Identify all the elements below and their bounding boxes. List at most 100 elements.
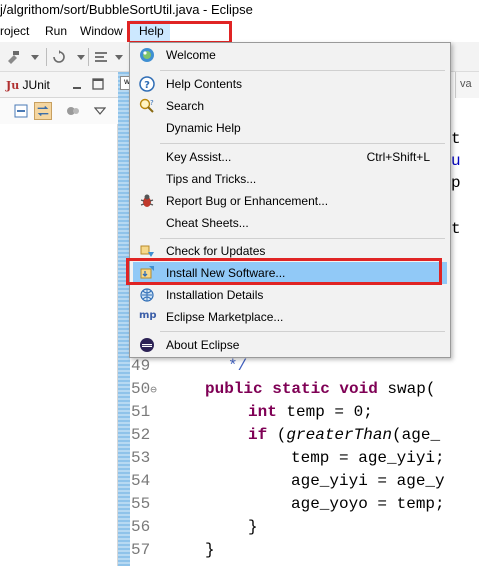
marketplace-icon: mp [139, 310, 157, 321]
svg-text:?: ? [144, 80, 150, 91]
window-title: j/algrithom/sort/BubbleSortUtil.java - E… [0, 2, 253, 17]
code-line-57: } [205, 541, 215, 559]
installation-details-icon [140, 288, 154, 302]
menu-separator [160, 70, 445, 71]
menu-separator [160, 238, 445, 239]
minimize-icon[interactable] [72, 80, 82, 90]
code-line-53: temp = age_yiyi; [291, 449, 445, 467]
line-number: 50⊖ [131, 380, 157, 398]
code-line-54: age_yiyi = age_y [291, 472, 445, 490]
menu-separator [160, 331, 445, 332]
menu-item-shortcut: Ctrl+Shift+L [366, 150, 430, 164]
menu-item-label: About Eclipse [166, 338, 240, 352]
dropdown-arrow-icon[interactable] [28, 50, 42, 64]
menu-item-key-assist[interactable]: Key Assist... Ctrl+Shift+L [133, 146, 447, 168]
refresh-icon[interactable] [52, 50, 66, 64]
line-number: 53 [131, 449, 151, 467]
line-number: 55 [131, 495, 151, 513]
menu-item-label: Welcome [166, 48, 216, 62]
tab-junit-label: JUnit [22, 78, 50, 92]
title-bar: j/algrithom/sort/BubbleSortUtil.java - E… [0, 0, 479, 20]
menu-item-check-updates[interactable]: Check for Updates [133, 240, 447, 262]
line-number: 54 [131, 472, 151, 490]
run-tests-icon[interactable] [66, 104, 80, 118]
toolbar-separator [46, 48, 47, 66]
menu-item-welcome[interactable]: Welcome [133, 44, 447, 66]
menu-bar: roject Run Window Help [0, 20, 479, 42]
dropdown-arrow-icon[interactable] [74, 50, 88, 64]
menu-item-label: Help Contents [166, 77, 243, 91]
code-peek-char: p [451, 174, 461, 192]
line-number-text: 50 [131, 380, 151, 398]
help-dropdown-menu: Welcome ? Help Contents ? Search Dynamic… [129, 42, 451, 358]
svg-text:?: ? [150, 99, 154, 107]
junit-view-tabbar: Ju JUnit [0, 72, 118, 98]
menu-item-label: Cheat Sheets... [166, 216, 249, 230]
editor-right-tab-label: va [460, 78, 472, 90]
menu-item-eclipse-marketplace[interactable]: mp Eclipse Marketplace... [133, 306, 447, 328]
menu-item-about-eclipse[interactable]: About Eclipse [133, 334, 447, 356]
dropdown-arrow-icon[interactable] [112, 50, 126, 64]
line-number: 51 [131, 403, 151, 421]
install-software-icon [140, 266, 154, 279]
code-line-52: if (greaterThan(age_ [248, 426, 440, 444]
line-number: 57 [131, 541, 151, 559]
code-text: (age_ [392, 426, 441, 444]
code-text: ( [267, 426, 287, 444]
code-keyword: int [248, 403, 277, 421]
build-icon[interactable] [6, 50, 20, 64]
maximize-icon[interactable] [92, 78, 104, 90]
menu-item-cheat-sheets[interactable]: Cheat Sheets... [133, 212, 447, 234]
check-updates-icon [140, 245, 154, 257]
menu-item-label: Installation Details [166, 288, 264, 302]
code-comment-end: */ [228, 357, 248, 375]
junit-icon: Ju [6, 79, 20, 92]
menu-separator [160, 143, 445, 144]
code-line-51: int temp = 0; [248, 403, 373, 421]
code-text: temp = 0; [276, 403, 373, 421]
menu-window[interactable]: Window [80, 24, 123, 38]
code-peek-char: t [451, 130, 461, 148]
menu-item-installation-details[interactable]: Installation Details [133, 284, 447, 306]
view-menu-icon[interactable] [94, 106, 106, 116]
menu-item-label: Eclipse Marketplace... [166, 310, 284, 324]
toolbar-separator [88, 48, 89, 66]
code-peek-char: u [451, 152, 461, 170]
collapse-all-icon[interactable] [14, 104, 28, 118]
menu-project[interactable]: roject [0, 24, 29, 38]
menu-help[interactable]: Help [130, 20, 170, 42]
code-line-55: age_yoyo = temp; [291, 495, 445, 513]
report-bug-icon [140, 194, 154, 207]
welcome-icon [140, 48, 154, 62]
menu-item-install-new-software[interactable]: Install New Software... [133, 262, 447, 284]
sync-icon[interactable] [34, 102, 52, 120]
menu-item-tips-and-tricks[interactable]: Tips and Tricks... [133, 168, 447, 190]
junit-view-body [0, 124, 118, 566]
menu-item-label: Tips and Tricks... [166, 172, 257, 186]
menu-item-label: Key Assist... [166, 150, 232, 164]
menu-item-label: Check for Updates [166, 244, 266, 258]
code-method-call: greaterThan [286, 426, 393, 444]
line-number: 49 [131, 357, 151, 375]
fold-icon[interactable]: ⊖ [150, 385, 157, 397]
code-keyword: if [248, 426, 268, 444]
search-help-icon: ? [139, 98, 154, 113]
menu-run[interactable]: Run [45, 24, 67, 38]
line-number: 52 [131, 426, 151, 444]
code-peek-char: t [451, 220, 461, 238]
menu-item-search[interactable]: ? Search [133, 95, 447, 117]
menu-item-help-contents[interactable]: ? Help Contents [133, 73, 447, 95]
editor-right-tab[interactable]: va [455, 72, 479, 98]
junit-view-toolbar [0, 98, 118, 124]
format-icon[interactable] [94, 50, 108, 64]
code-keyword: public static void [205, 380, 378, 398]
menu-item-label: Report Bug or Enhancement... [166, 194, 329, 208]
menu-item-report-bug[interactable]: Report Bug or Enhancement... [133, 190, 447, 212]
menu-item-label: Dynamic Help [166, 121, 241, 135]
menu-item-dynamic-help[interactable]: Dynamic Help [133, 117, 447, 139]
help-contents-icon: ? [139, 76, 155, 92]
code-line-56: } [248, 518, 258, 536]
about-eclipse-icon [140, 338, 154, 352]
code-line-50: public static void swap( [205, 380, 435, 398]
tab-junit[interactable]: Ju JUnit [6, 78, 50, 92]
